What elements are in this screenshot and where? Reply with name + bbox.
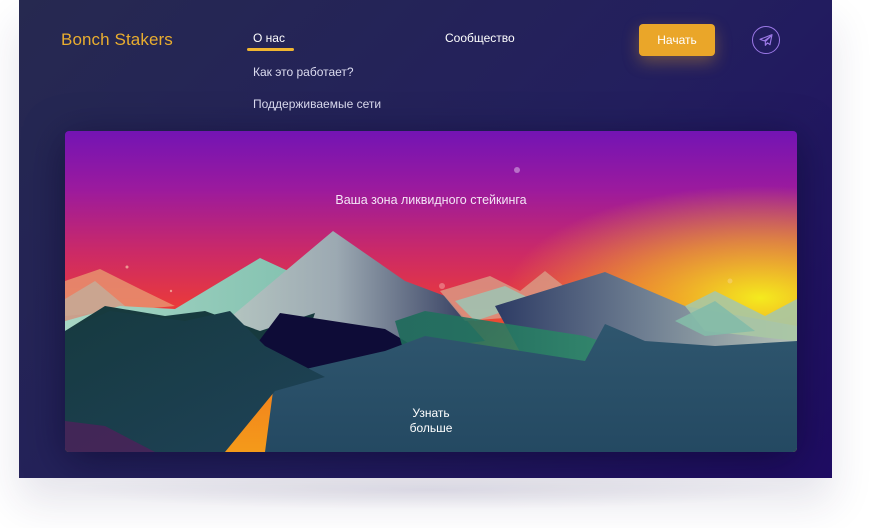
nav-active-underline xyxy=(247,48,294,51)
telegram-icon xyxy=(759,34,773,46)
hero-banner: Ваша зона ликвидного стейкинга Узнать бо… xyxy=(65,131,797,452)
nav-community[interactable]: Сообщество xyxy=(445,31,515,45)
nav-how-it-works[interactable]: Как это работает? xyxy=(253,65,354,79)
learn-more-link[interactable]: Узнать больше xyxy=(381,406,481,436)
hero-tagline: Ваша зона ликвидного стейкинга xyxy=(335,193,527,207)
learn-more-line-1: Узнать xyxy=(412,406,450,420)
start-button[interactable]: Начать xyxy=(639,24,715,56)
nav-about[interactable]: О нас xyxy=(253,31,285,45)
nav-supported-networks[interactable]: Поддерживаемые сети xyxy=(253,97,381,111)
logo[interactable]: Bonch Stakers xyxy=(61,30,173,50)
learn-more-line-2: больше xyxy=(409,421,453,435)
landing-page: Bonch Stakers О нас Как это работает? По… xyxy=(19,0,832,478)
mountains-illustration xyxy=(65,131,797,452)
telegram-button[interactable] xyxy=(752,26,780,54)
